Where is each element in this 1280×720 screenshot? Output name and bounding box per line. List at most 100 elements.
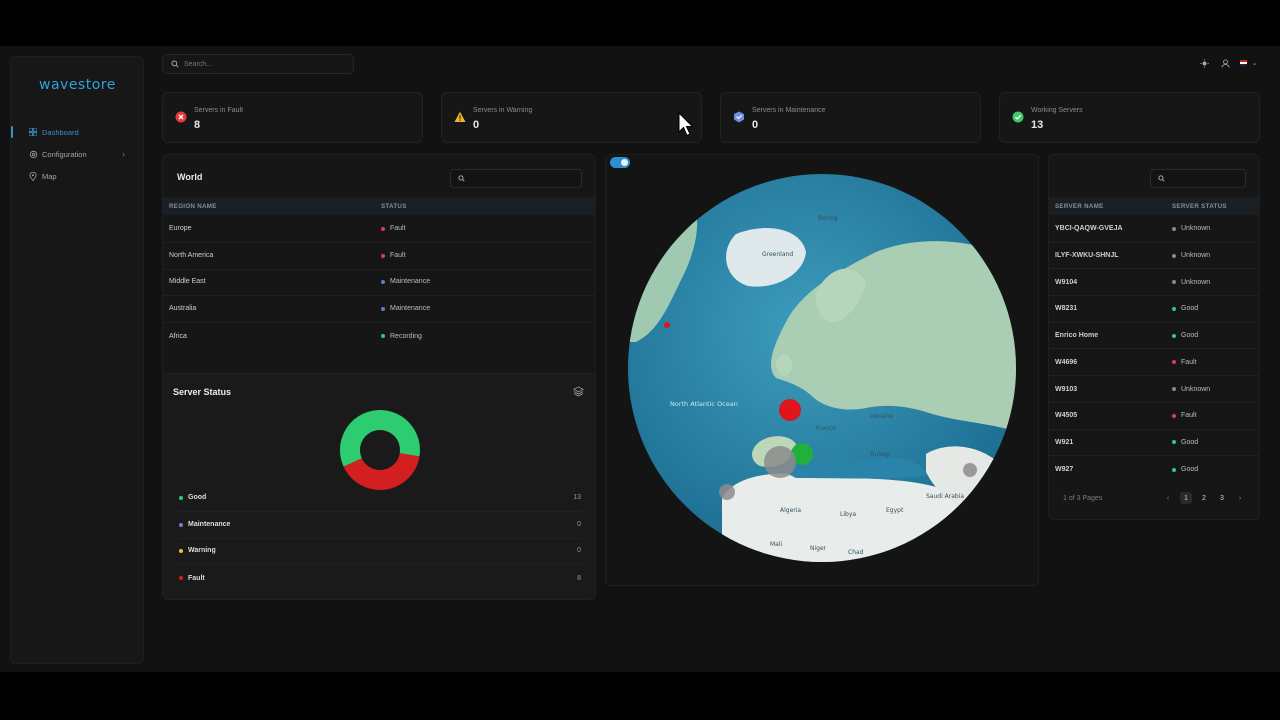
dashboard-icon [28,127,38,137]
servers-search-input[interactable] [1150,169,1246,188]
sidebar-item-label: Map [42,171,57,181]
legend-item-warning[interactable]: Warning 0 [179,538,581,565]
legend-item-maintenance[interactable]: Maintenance 0 [179,512,581,539]
table-row[interactable]: Enrico Home Good [1049,323,1259,350]
status-dot [1172,333,1176,338]
legend-item-good[interactable]: Good 13 [179,485,581,512]
map-label-ukraine: Ukraine [870,413,893,420]
table-row[interactable]: W9104 Unknown [1049,269,1259,297]
page-button[interactable]: 3 [1216,492,1228,504]
chevron-right-icon[interactable]: › [122,149,125,159]
map-label-egypt: Egypt [886,507,904,514]
globe-toggle[interactable] [610,157,630,168]
status-dot [1172,280,1176,285]
table-row[interactable]: Europe Fault [163,216,595,243]
table-row[interactable]: Africa Recording [163,323,595,350]
map-label-saudi-arabia: Saudi Arabia [926,493,964,500]
server-name: Enrico Home [1055,332,1099,340]
table-row[interactable]: North America Fault [163,243,595,270]
user-icon[interactable] [1219,57,1231,69]
region-name: Middle East [169,278,206,286]
legend-label: Fault [188,574,205,582]
status-dot [381,306,385,311]
map-label-mali: Mali [770,541,783,548]
table-row[interactable]: W921 Good [1049,430,1259,457]
server-name: W9103 [1055,385,1078,393]
chevron-left-icon[interactable]: ‹ [1162,492,1174,504]
servers-panel: SERVER NAME SERVER STATUS YBCI-QAQW-GVEJ… [1048,154,1260,520]
status-text: Good [1181,466,1199,474]
search-input[interactable]: Search... [162,54,354,74]
status-text: Fault [1181,358,1197,366]
search-icon [171,60,179,68]
status-text: Good [1181,305,1199,313]
region-name: Europe [169,225,192,233]
table-row[interactable]: W4696 Fault [1049,350,1259,377]
table-row[interactable]: W927 Good [1049,456,1259,483]
column-header-region[interactable]: REGION NAME [169,203,217,210]
map-marker-cluster[interactable] [764,446,796,478]
check-icon [1012,111,1024,123]
server-status-donut [340,410,420,490]
kpi-servers-maintenance[interactable]: Servers in Maintenance 0 [720,92,981,143]
sidebar: wavestore Dashboard Configuration › Map [10,56,144,664]
map-label-bering: Bering [818,215,838,222]
legend-value: 13 [573,494,581,502]
map-label-turkey: Turkey [869,451,890,458]
map-marker-cluster[interactable] [963,463,977,477]
status-text: Fault [390,225,406,233]
theme-toggle-icon[interactable] [1198,57,1210,69]
sidebar-item-configuration[interactable]: Configuration › [11,143,145,165]
world-search-input[interactable] [450,169,582,188]
column-header-status[interactable]: STATUS [381,203,407,210]
mouse-cursor-icon [678,112,694,137]
header-actions: ⌄ [1198,57,1260,69]
language-selector[interactable]: ⌄ [1240,57,1260,69]
table-row[interactable]: ILYF-XWKU-SHNJL Unknown [1049,243,1259,270]
layers-icon[interactable] [573,386,584,397]
kpi-label: Servers in Fault [194,107,244,114]
page-button[interactable]: 2 [1198,492,1210,504]
server-status: Good [1172,466,1198,473]
chevron-right-icon[interactable]: › [1234,492,1246,504]
sidebar-item-map[interactable]: Map [11,165,145,187]
status-text: Maintenance [390,305,431,313]
page-button[interactable]: 1 [1180,492,1192,504]
server-status: Fault [1172,359,1197,366]
status-dot [381,279,385,284]
map-label-atlantic: North Atlantic Ocean [670,400,738,408]
map-marker-fault[interactable] [664,322,670,328]
region-name: North America [169,252,214,260]
app-logo[interactable]: wavestore [39,77,116,93]
legend-item-fault[interactable]: Fault 8 [179,565,581,592]
kpi-working-servers[interactable]: Working Servers 13 [999,92,1260,143]
status-text: Unknown [1181,225,1211,233]
table-row[interactable]: W8231 Good [1049,296,1259,323]
table-row[interactable]: W9103 Unknown [1049,376,1259,403]
status-text: Fault [390,252,406,260]
table-row[interactable]: Middle East Maintenance [163,269,595,296]
table-row[interactable]: W4505 Fault [1049,403,1259,430]
column-header-server-status[interactable]: SERVER STATUS [1172,203,1227,210]
server-name: W921 [1055,438,1074,446]
kpi-servers-warning[interactable]: Servers in Warning 0 [441,92,702,143]
map-marker-fault[interactable] [779,399,801,421]
column-header-server-name[interactable]: SERVER NAME [1055,203,1104,210]
region-status: Fault [381,252,406,259]
letterbox-top [0,0,1280,46]
server-name: W927 [1055,466,1074,474]
server-name: W4696 [1055,358,1078,366]
map-marker-cluster[interactable] [719,484,735,500]
table-row[interactable]: Australia Maintenance [163,296,595,323]
globe-map[interactable]: Greenland North Atlantic Ocean France Al… [626,172,1018,564]
region-name: Australia [169,305,197,313]
server-name: W4505 [1055,412,1078,420]
world-panel: World REGION NAME STATUS Europe Fault No… [162,154,596,410]
table-row[interactable]: YBCI-QAQW-GVEJA Unknown [1049,216,1259,243]
kpi-servers-fault[interactable]: Servers in Fault 8 [162,92,423,143]
legend-label: Warning [188,547,216,555]
sidebar-item-dashboard[interactable]: Dashboard [11,121,145,143]
map-label-chad: Chad [848,549,864,556]
region-status: Maintenance [381,305,430,312]
server-name: ILYF-XWKU-SHNJL [1055,252,1119,260]
